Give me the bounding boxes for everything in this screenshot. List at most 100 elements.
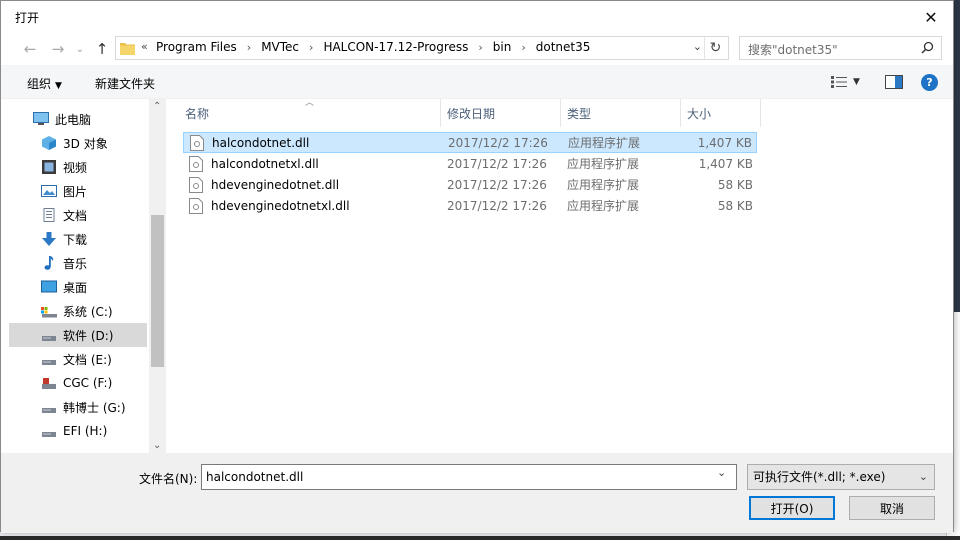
title-bar: 打开 ✕ — [1, 1, 953, 33]
new-folder-button[interactable]: 新建文件夹 — [95, 75, 155, 92]
organize-button[interactable]: 组织 ▼ — [27, 75, 62, 92]
chevron-down-icon: ⌄ — [717, 466, 727, 479]
breadcrumb-separator[interactable]: › — [478, 41, 482, 54]
nav-item-label: 音乐 — [63, 256, 88, 271]
nav-item-music[interactable]: 音乐 — [9, 251, 147, 275]
breadcrumb-item[interactable]: bin — [493, 40, 512, 54]
nav-item-video[interactable]: 视频 — [9, 155, 147, 179]
nav-item-drive-c[interactable]: 系统 (C:) — [9, 299, 147, 323]
arrow-up-icon: ↑ — [95, 40, 109, 58]
column-header-type[interactable]: 类型 — [561, 99, 681, 127]
nav-item-pictures[interactable]: 图片 — [9, 179, 147, 203]
nav-item-drive-d[interactable]: 软件 (D:) — [9, 323, 147, 347]
navigation-pane: 此电脑 3D 对象 视频 图片 文档 下载 音乐 桌面 系统 (C:) 软件 (… — [9, 99, 166, 453]
column-header-date[interactable]: 修改日期 — [441, 99, 561, 127]
preview-pane-icon[interactable] — [885, 74, 903, 90]
column-header-size[interactable]: 大小 — [681, 99, 761, 127]
up-button[interactable]: ↑ — [91, 39, 113, 59]
file-size: 58 KB — [717, 177, 753, 192]
nav-item-3d-objects[interactable]: 3D 对象 — [9, 131, 147, 155]
file-name-cell: hdevenginedotnet.dll — [189, 176, 340, 193]
nav-item-downloads[interactable]: 下载 — [9, 227, 147, 251]
nav-item-label: 桌面 — [63, 280, 88, 295]
music-icon — [44, 256, 54, 270]
scrollbar-thumb[interactable] — [151, 215, 164, 367]
chevron-up-icon[interactable]: ⌃ — [153, 101, 161, 112]
breadcrumb: Program Files › MVTec › HALCON-17.12-Pro… — [156, 40, 590, 54]
nav-item-this-pc[interactable]: 此电脑 — [9, 107, 147, 131]
back-button[interactable]: ← — [19, 39, 41, 59]
drive-icon — [42, 432, 56, 437]
cancel-button[interactable]: 取消 — [849, 496, 935, 520]
drive-icon — [42, 378, 56, 389]
refresh-button[interactable]: ↻ — [704, 37, 726, 59]
filename-dropdown[interactable]: ⌄ — [717, 466, 726, 479]
column-header-name[interactable]: 名称 — [179, 99, 441, 127]
change-view-button[interactable]: ▼ — [831, 74, 867, 90]
breadcrumb-separator[interactable]: › — [521, 41, 525, 54]
chevron-down-icon: ⌄ — [692, 40, 702, 53]
search-input[interactable]: 搜索"dotnet35" — [748, 41, 838, 58]
nav-item-drive-g[interactable]: 韩博士 (G:) — [9, 395, 147, 419]
file-type: 应用程序扩展 — [567, 178, 640, 192]
filename-input[interactable]: halcondotnet.dll — [201, 464, 737, 490]
breadcrumb-item[interactable]: MVTec — [261, 40, 299, 54]
file-name-cell: halcondotnetxl.dll — [189, 155, 319, 172]
breadcrumb-item[interactable]: Program Files — [156, 40, 237, 54]
computer-icon — [33, 112, 49, 125]
download-icon — [42, 232, 56, 246]
nav-item-drive-e[interactable]: 文档 (E:) — [9, 347, 147, 371]
details-view-icon — [831, 76, 847, 88]
help-button[interactable]: ? — [921, 74, 938, 91]
file-row[interactable]: hdevenginedotnetxl.dll 2017/12/2 17:26 应… — [183, 195, 757, 216]
breadcrumb-separator[interactable]: › — [247, 41, 251, 54]
nav-item-label: EFI (H:) — [63, 424, 108, 438]
dll-file-icon — [190, 134, 204, 151]
file-row[interactable]: halcondotnetxl.dll 2017/12/2 17:26 应用程序扩… — [183, 153, 757, 174]
address-bar[interactable]: « Program Files › MVTec › HALCON-17.12-P… — [115, 36, 729, 60]
nav-item-drive-f[interactable]: CGC (F:) — [9, 371, 147, 395]
breadcrumb-separator[interactable]: › — [309, 41, 313, 54]
3d-objects-icon — [42, 136, 56, 150]
breadcrumb-item[interactable]: dotnet35 — [536, 40, 591, 54]
filename-label: 文件名(N): — [139, 472, 198, 486]
file-date: 2017/12/2 17:26 — [447, 198, 547, 213]
dll-file-icon — [189, 155, 203, 172]
file-name: halcondotnet.dll — [212, 135, 310, 150]
nav-item-label: 文档 — [63, 208, 88, 223]
address-overflow[interactable]: « — [141, 40, 148, 53]
address-dropdown[interactable]: ⌄ — [693, 40, 702, 53]
nav-item-label: 3D 对象 — [63, 136, 108, 151]
command-bar: 组织 ▼ 新建文件夹 ▼ ? — [1, 65, 953, 99]
recent-locations-button[interactable]: ⌄ — [73, 39, 87, 59]
file-name-cell: hdevenginedotnetxl.dll — [189, 197, 350, 214]
nav-item-label: 软件 (D:) — [63, 328, 114, 343]
file-list: ︿ 名称 修改日期 类型 大小 halcondotnet.dll 2017/12… — [179, 98, 955, 453]
caret-down-icon: ▼ — [55, 81, 62, 91]
arrow-left-icon: ← — [23, 40, 37, 58]
file-row[interactable]: halcondotnet.dll 2017/12/2 17:26 应用程序扩展 … — [183, 132, 757, 153]
file-type-filter[interactable]: 可执行文件(*.dll; *.exe) ⌄ — [747, 464, 935, 490]
breadcrumb-item[interactable]: HALCON-17.12-Progress — [323, 40, 468, 54]
chevron-down-icon[interactable]: ⌄ — [153, 440, 161, 451]
dialog-footer: 文件名(N): halcondotnet.dll ⌄ 可执行文件(*.dll; … — [1, 453, 953, 533]
open-button[interactable]: 打开(O) — [749, 496, 835, 520]
drive-icon — [42, 360, 56, 365]
nav-item-label: 系统 (C:) — [63, 304, 113, 319]
drive-icon — [42, 408, 56, 413]
drive-c-icon — [41, 307, 57, 318]
nav-item-label: 文档 (E:) — [63, 352, 112, 367]
search-box[interactable]: 搜索"dotnet35" — [739, 36, 942, 60]
dll-file-icon — [189, 176, 203, 193]
file-name: hdevenginedotnet.dll — [211, 177, 340, 192]
file-row[interactable]: hdevenginedotnet.dll 2017/12/2 17:26 应用程… — [183, 174, 757, 195]
video-icon — [42, 160, 56, 174]
close-button[interactable]: ✕ — [909, 1, 953, 33]
forward-button[interactable]: → — [47, 39, 69, 59]
close-icon: ✕ — [924, 7, 938, 27]
file-name: hdevenginedotnetxl.dll — [211, 198, 350, 213]
nav-item-documents[interactable]: 文档 — [9, 203, 147, 227]
nav-item-desktop[interactable]: 桌面 — [9, 275, 147, 299]
nav-item-drive-h[interactable]: EFI (H:) — [9, 419, 147, 443]
nav-scrollbar[interactable]: ⌃ ⌄ — [149, 99, 166, 453]
